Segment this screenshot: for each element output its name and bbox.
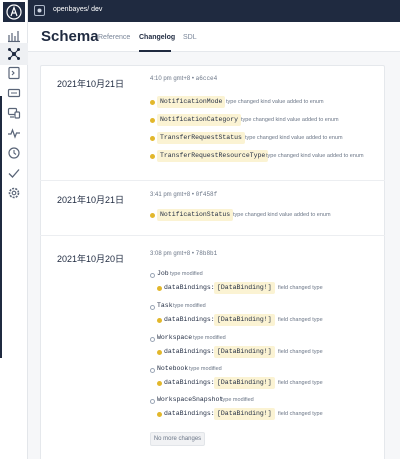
field-name: dataBindings: xyxy=(164,379,215,386)
explorer-icon[interactable] xyxy=(7,66,21,80)
type-status: type modified xyxy=(173,303,206,309)
no-more-changes-button[interactable]: No more changes xyxy=(150,432,205,446)
type-dot xyxy=(150,399,155,404)
field-type[interactable]: [DataBinding!] xyxy=(214,314,275,326)
page-header: Schema Reference Changelog SDL xyxy=(28,22,400,52)
type-dot xyxy=(150,305,155,310)
type-name[interactable]: WorkspaceSnapshot xyxy=(157,396,223,403)
type-name[interactable]: Task xyxy=(157,302,173,309)
chevron-down-icon[interactable]: ⌄ xyxy=(94,5,100,13)
checks-icon[interactable] xyxy=(7,126,21,140)
commit-meta: 3:41 pm gmt+8 • 0f458f xyxy=(150,191,218,198)
field-type[interactable]: [DataBinding!] xyxy=(214,346,275,358)
field-type[interactable]: [DataBinding!] xyxy=(214,408,275,420)
operations-icon[interactable] xyxy=(7,86,21,100)
change-description: field changed type xyxy=(278,411,323,417)
home-icon[interactable] xyxy=(7,29,21,43)
field-name: dataBindings: xyxy=(164,316,215,323)
change-dot xyxy=(157,350,162,355)
change-dot xyxy=(157,286,162,291)
field-name: dataBindings: xyxy=(164,410,215,417)
change-description: type changed kind value added to enum xyxy=(266,153,364,159)
type-name[interactable]: NotificationStatus xyxy=(157,209,234,221)
commit-hash: a6cce4 xyxy=(195,75,218,82)
field-type[interactable]: [DataBinding!] xyxy=(214,282,275,294)
change-dot xyxy=(157,412,162,417)
launches-icon[interactable] xyxy=(7,166,21,180)
top-bar: openbayes/ dev ⌄ xyxy=(28,0,400,22)
change-description: field changed type xyxy=(278,285,323,291)
field-name: dataBindings: xyxy=(164,284,215,291)
type-status: type modified xyxy=(189,366,222,372)
change-dot xyxy=(150,154,155,159)
type-name[interactable]: NotificationCategory xyxy=(157,114,242,126)
change-dot xyxy=(150,100,155,105)
type-status: type modified xyxy=(193,335,226,341)
change-description: field changed type xyxy=(278,380,323,386)
graph-icon[interactable] xyxy=(34,5,45,16)
type-dot xyxy=(150,368,155,373)
field-name: dataBindings: xyxy=(164,348,215,355)
type-name[interactable]: TransferRequestStatus xyxy=(157,132,245,144)
commit-hash: 0f458f xyxy=(195,191,218,198)
change-description: type changed kind value added to enum xyxy=(233,212,331,218)
clients-icon[interactable] xyxy=(7,106,21,120)
page-title: Schema xyxy=(41,28,99,45)
tab-sdl[interactable]: SDL xyxy=(183,34,197,41)
commit-hash: 78b8b1 xyxy=(195,250,218,257)
history-icon[interactable] xyxy=(7,146,21,160)
change-description: type changed kind value added to enum xyxy=(226,99,324,105)
change-dot xyxy=(150,136,155,141)
change-dot xyxy=(157,318,162,323)
commit-meta: 4:10 pm gmt+8 • a6cce4 xyxy=(150,75,218,82)
changelog-date: 2021年10月21日 xyxy=(57,79,125,89)
change-dot xyxy=(150,213,155,218)
change-dot xyxy=(157,381,162,386)
change-description: field changed type xyxy=(278,317,323,323)
type-status: type modified xyxy=(221,397,254,403)
change-description: type changed kind value added to enum xyxy=(241,117,339,123)
tab-reference[interactable]: Reference xyxy=(98,34,130,41)
type-name[interactable]: NotificationMode xyxy=(157,96,226,108)
change-dot xyxy=(150,118,155,123)
changelog-date: 2021年10月20日 xyxy=(57,254,125,264)
type-status: type modified xyxy=(170,271,203,277)
apollo-logo[interactable] xyxy=(3,2,25,22)
type-name[interactable]: TransferRequestResourceType xyxy=(157,150,269,162)
type-dot xyxy=(150,337,155,342)
commit-meta: 3:08 pm gmt+8 • 78b8b1 xyxy=(150,250,218,257)
change-description: type changed kind value added to enum xyxy=(245,135,343,141)
tab-changelog[interactable]: Changelog xyxy=(139,34,175,41)
type-name[interactable]: Notebook xyxy=(157,365,188,372)
change-description: field changed type xyxy=(278,349,323,355)
type-name[interactable]: Job xyxy=(157,270,169,277)
type-name[interactable]: Workspace xyxy=(157,334,192,341)
schema-icon[interactable] xyxy=(7,47,21,61)
settings-icon[interactable] xyxy=(7,186,21,200)
type-dot xyxy=(150,273,155,278)
field-type[interactable]: [DataBinding!] xyxy=(214,377,275,389)
changelog-date: 2021年10月21日 xyxy=(57,195,125,205)
active-tab-indicator xyxy=(139,50,171,52)
sidebar xyxy=(0,0,28,459)
